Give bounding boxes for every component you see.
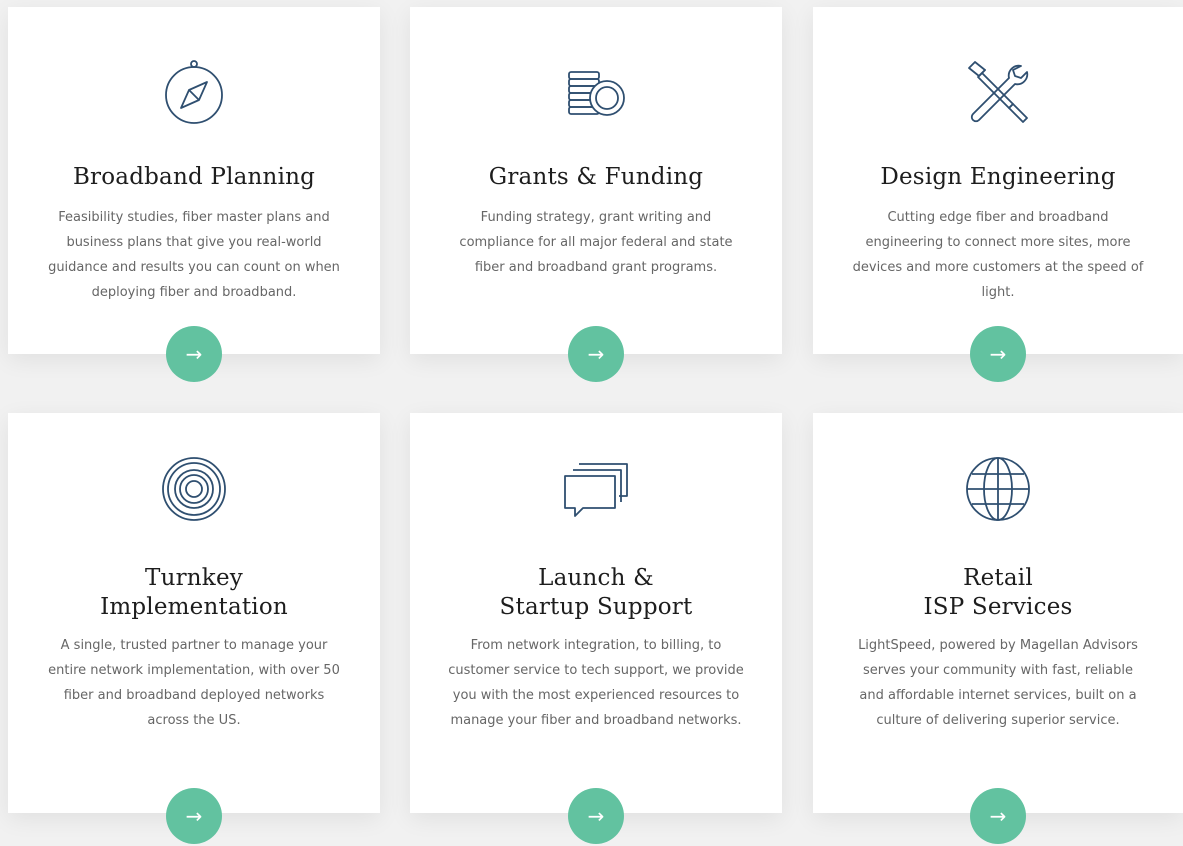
- arrow-right-button[interactable]: →: [970, 788, 1026, 844]
- compass-icon: [158, 57, 230, 129]
- card-title: Turnkey Implementation: [8, 564, 380, 622]
- target-icon: [158, 453, 230, 525]
- card-description: Cutting edge fiber and broadband enginee…: [852, 210, 1144, 300]
- card-title: Launch & Startup Support: [410, 564, 782, 622]
- coins-icon: [560, 57, 632, 129]
- arrow-right-button[interactable]: →: [568, 326, 624, 382]
- card-description: A single, trusted partner to manage your…: [48, 638, 340, 728]
- service-card-retail-isp-services: Retail ISP Services LightSpeed, powered …: [813, 413, 1183, 844]
- card-title-line-2: Implementation: [100, 594, 288, 620]
- card-title-line-2: ISP Services: [923, 594, 1073, 620]
- service-card-turnkey-implementation: Turnkey Implementation A single, trusted…: [8, 413, 380, 844]
- card-title-line-1: Launch &: [538, 565, 654, 591]
- service-card-broadband-planning: Broadband Planning Feasibility studies, …: [8, 7, 380, 382]
- card-description: Feasibility studies, fiber master plans …: [48, 210, 340, 300]
- arrow-right-button[interactable]: →: [166, 326, 222, 382]
- service-card-launch-startup-support: Launch & Startup Support From network in…: [410, 413, 782, 844]
- card-title-line-2: Startup Support: [499, 594, 693, 620]
- card-description: LightSpeed, powered by Magellan Advisors…: [858, 638, 1138, 728]
- card-title-line-1: Retail: [963, 565, 1033, 591]
- card-title: Design Engineering: [880, 164, 1116, 190]
- chat-bubbles-icon: [560, 453, 632, 525]
- tools-icon: [962, 57, 1034, 129]
- card-title: Grants & Funding: [488, 164, 704, 190]
- globe-icon: [962, 453, 1034, 525]
- arrow-right-button[interactable]: →: [166, 788, 222, 844]
- arrow-right-button[interactable]: →: [568, 788, 624, 844]
- card-title-line-1: Turnkey: [145, 565, 243, 591]
- card-description: From network integration, to billing, to…: [448, 638, 744, 728]
- service-card-design-engineering: Design Engineering Cutting edge fiber an…: [813, 7, 1183, 382]
- card-title: Retail ISP Services: [813, 564, 1183, 622]
- service-card-grants-funding: Grants & Funding Funding strategy, grant…: [410, 7, 782, 382]
- arrow-right-button[interactable]: →: [970, 326, 1026, 382]
- card-title: Broadband Planning: [72, 164, 316, 190]
- card-description: Funding strategy, grant writing and comp…: [459, 210, 733, 275]
